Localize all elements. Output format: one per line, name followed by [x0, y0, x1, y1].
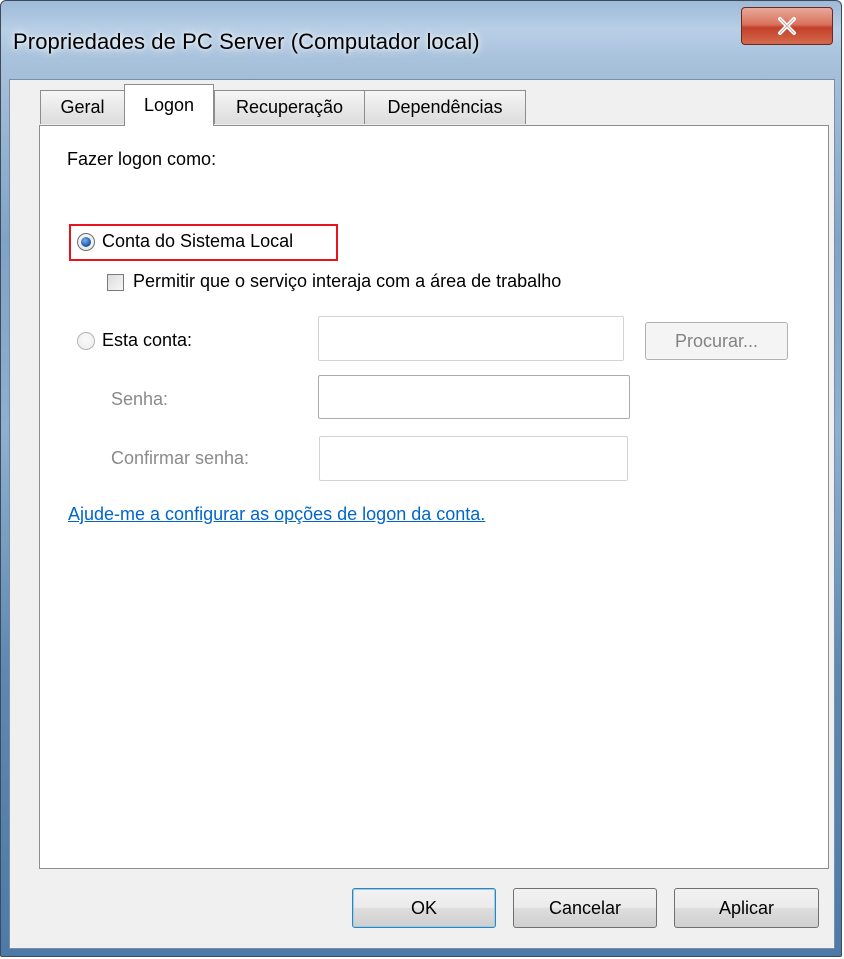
browse-button[interactable]: Procurar... [645, 322, 788, 360]
logon-as-heading: Fazer logon como: [67, 149, 217, 169]
tab-dependencias[interactable]: Dependências [364, 90, 526, 124]
confirm-password-input[interactable] [319, 436, 628, 481]
dialog-client-area: Geral Logon Recuperação Dependências Faz… [9, 79, 835, 949]
password-input[interactable] [318, 375, 630, 419]
tab-label: Geral [60, 97, 105, 117]
password-label: Senha: [111, 389, 169, 409]
close-icon [778, 17, 796, 35]
window-title: Propriedades de PC Server (Computador lo… [13, 29, 480, 54]
tab-label: Logon [143, 95, 195, 115]
tab-geral[interactable]: Geral [40, 90, 125, 124]
close-button[interactable] [741, 7, 833, 45]
apply-button[interactable]: Aplicar [674, 888, 819, 928]
tab-label: Dependências [387, 97, 503, 117]
this-account-label[interactable]: Esta conta: [102, 330, 192, 351]
cancel-button[interactable]: Cancelar [513, 888, 657, 928]
interact-desktop-checkbox[interactable] [107, 274, 124, 291]
logon-tab-panel: Fazer logon como: Conta do Sistema Local… [39, 125, 829, 869]
confirm-password-label: Confirmar senha: [111, 448, 250, 468]
local-system-label[interactable]: Conta do Sistema Local [102, 231, 293, 252]
tab-label: Recuperação [235, 97, 344, 117]
account-input[interactable] [318, 316, 624, 361]
tab-logon[interactable]: Logon [124, 84, 214, 126]
ok-button[interactable]: OK [352, 888, 496, 928]
properties-dialog: Propriedades de PC Server (Computador lo… [0, 0, 842, 957]
logon-help-link[interactable]: Ajude-me a configurar as opções de logon… [68, 504, 485, 525]
tab-recuperacao[interactable]: Recuperação [214, 90, 365, 124]
this-account-radio[interactable] [77, 332, 95, 350]
local-system-radio[interactable] [77, 233, 95, 251]
interact-desktop-label[interactable]: Permitir que o serviço interaja com a ár… [133, 271, 561, 292]
